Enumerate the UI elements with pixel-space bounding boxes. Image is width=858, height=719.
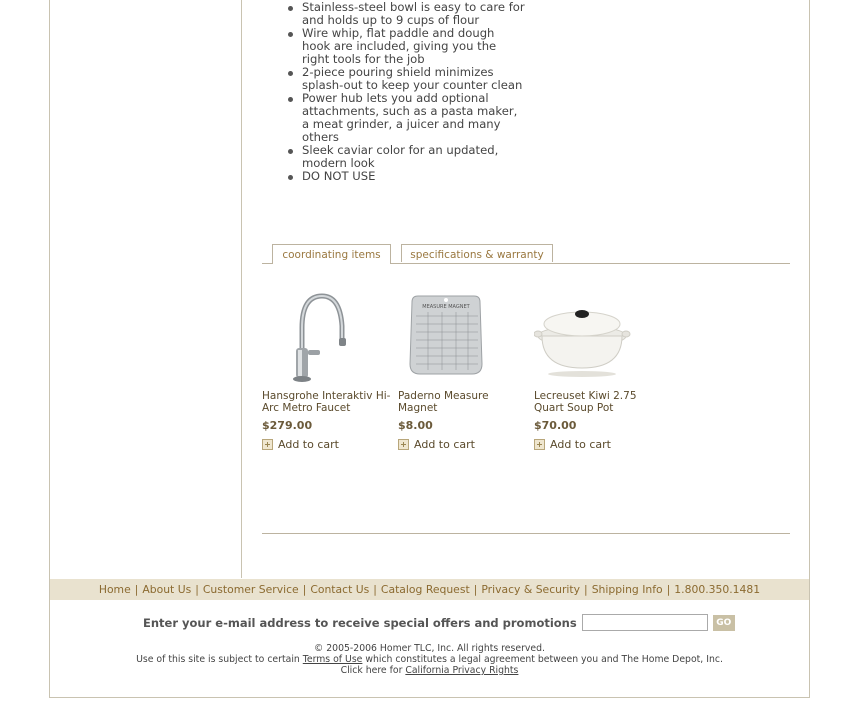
separator: | xyxy=(666,583,671,596)
feature-item: Sleek caviar color for an updated, moder… xyxy=(286,144,526,170)
measure-magnet-image[interactable]: MEASURE MAGNET xyxy=(398,288,528,384)
add-to-cart-button[interactable]: Add to cart xyxy=(534,438,664,451)
email-signup-label: Enter your e-mail address to receive spe… xyxy=(143,615,577,630)
product-name[interactable]: Lecreuset Kiwi 2.75 Quart Soup Pot xyxy=(534,390,664,414)
phone-number: 1.800.350.1481 xyxy=(674,583,761,596)
feature-item: Wire whip, flat paddle and dough hook ar… xyxy=(286,27,526,66)
separator: | xyxy=(134,583,139,596)
separator: | xyxy=(302,583,307,596)
magnet-label: MEASURE MAGNET xyxy=(422,304,470,310)
section-divider xyxy=(262,533,790,534)
legal-footer: © 2005-2006 Homer TLC, Inc. All rights r… xyxy=(50,643,809,676)
footer-link-home[interactable]: Home xyxy=(99,583,131,596)
feature-item: Power hub lets you add optional attachme… xyxy=(286,92,526,144)
footer-link-shipping[interactable]: Shipping Info xyxy=(592,583,663,596)
feature-item: DO NOT USE xyxy=(286,170,526,183)
separator: | xyxy=(373,583,377,596)
terms-suffix: which constitutes a legal agreement betw… xyxy=(365,654,723,665)
faucet-image[interactable] xyxy=(262,288,392,384)
tab-specifications-warranty[interactable]: specifications & warranty xyxy=(401,244,553,262)
product-name[interactable]: Hansgrohe Interaktiv Hi-Arc Metro Faucet xyxy=(262,390,392,414)
add-cart-icon xyxy=(398,439,409,450)
add-cart-icon xyxy=(262,439,273,450)
footer-link-about[interactable]: About Us xyxy=(142,583,191,596)
terms-of-use-link[interactable]: Terms of Use xyxy=(303,654,363,665)
footer-link-contact[interactable]: Contact Us xyxy=(310,583,369,596)
product-price: $70.00 xyxy=(534,419,577,432)
copyright: © 2005-2006 Homer TLC, Inc. All rights r… xyxy=(314,643,545,654)
email-input[interactable] xyxy=(581,614,708,631)
soup-pot-image[interactable] xyxy=(533,288,664,384)
feature-item: Stainless-steel bowl is easy to care for… xyxy=(286,1,526,27)
product-card: MEASURE MAGNET Paderno Measure Magnet $8… xyxy=(398,288,528,451)
terms-line: Use of this site is subject to certain T… xyxy=(50,654,809,665)
add-to-cart-button[interactable]: Add to cart xyxy=(262,438,392,451)
footer-link-catalog[interactable]: Catalog Request xyxy=(381,583,470,596)
column-divider xyxy=(241,0,242,578)
product-name[interactable]: Paderno Measure Magnet xyxy=(398,390,528,414)
email-signup: Enter your e-mail address to receive spe… xyxy=(143,614,735,631)
product-tabs: coordinating items specifications & warr… xyxy=(262,244,790,264)
separator: | xyxy=(473,583,478,596)
privacy-line: Click here for California Privacy Rights xyxy=(50,665,809,676)
add-cart-icon xyxy=(534,439,545,450)
privacy-prefix: Click here for xyxy=(340,665,403,676)
feature-item: 2-piece pouring shield minimizes splash-… xyxy=(286,66,526,92)
california-privacy-link[interactable]: California Privacy Rights xyxy=(405,665,518,676)
product-card: Lecreuset Kiwi 2.75 Quart Soup Pot $70.0… xyxy=(533,288,664,451)
separator: | xyxy=(584,583,588,596)
add-to-cart-button[interactable]: Add to cart xyxy=(398,438,528,451)
terms-prefix: Use of this site is subject to certain xyxy=(136,654,300,665)
product-price: $8.00 xyxy=(398,419,433,432)
add-to-cart-label: Add to cart xyxy=(550,438,611,451)
feature-list: Stainless-steel bowl is easy to care for… xyxy=(286,0,526,183)
footer-link-customer-service[interactable]: Customer Service xyxy=(203,583,299,596)
product-price: $279.00 xyxy=(262,419,313,432)
product-card: Hansgrohe Interaktiv Hi-Arc Metro Faucet… xyxy=(262,288,392,451)
add-to-cart-label: Add to cart xyxy=(414,438,475,451)
go-button[interactable]: GO xyxy=(712,614,735,631)
separator: | xyxy=(195,583,199,596)
footer-nav: Home | About Us | Customer Service | Contact U… xyxy=(50,579,809,600)
footer-link-privacy[interactable]: Privacy & Security xyxy=(481,583,580,596)
tab-coordinating-items[interactable]: coordinating items xyxy=(272,244,391,264)
add-to-cart-label: Add to cart xyxy=(278,438,339,451)
